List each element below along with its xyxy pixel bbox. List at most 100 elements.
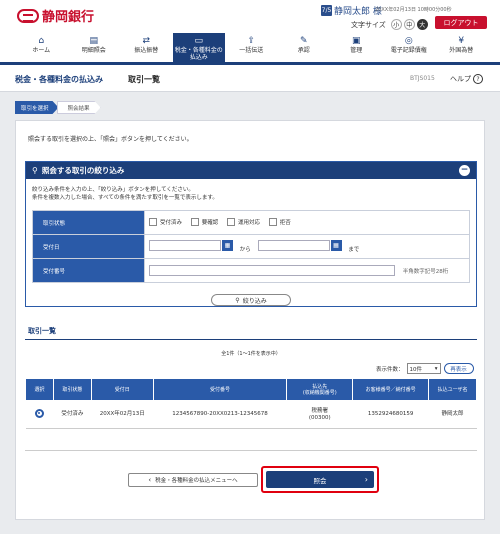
page-id: BTJS015 bbox=[410, 75, 435, 82]
date-from-input[interactable] bbox=[149, 240, 221, 251]
calendar-icon[interactable]: ▦ bbox=[330, 240, 342, 251]
row-user: 静岡太郎 bbox=[428, 400, 477, 429]
status-operation-checkbox[interactable]: 運用対応 bbox=[227, 217, 260, 226]
nav-forex[interactable]: ¥ 外国為替 bbox=[435, 33, 488, 62]
tax-payment-icon: ▭ bbox=[194, 36, 203, 46]
font-size-medium-button[interactable]: 中 bbox=[403, 19, 415, 30]
row-number: 1234567890-20XX0213-12345678 bbox=[153, 400, 287, 429]
nav-approval[interactable]: ✎ 承認 bbox=[278, 33, 331, 62]
date-to: ▦ bbox=[257, 240, 342, 251]
logout-button[interactable]: ログアウト bbox=[435, 16, 487, 29]
transaction-table: 選択 取引状態 受付日 受付番号 払込先 (収納機関番号) お客様番号／納付番号… bbox=[25, 378, 477, 429]
back-to-menu-button[interactable]: ‹ 税金・各種料金の払込メニューへ bbox=[128, 473, 258, 487]
e-bond-icon: ◎ bbox=[404, 36, 413, 46]
document-icon: ▤ bbox=[89, 36, 98, 46]
table-header: 選択 取引状態 受付日 受付番号 払込先 (収納機関番号) お客様番号／納付番号… bbox=[25, 378, 477, 401]
row-customer-no: 1352924680159 bbox=[352, 400, 429, 429]
forex-icon: ¥ bbox=[458, 36, 465, 46]
nav-e-bond[interactable]: ◎ 電子記録債権 bbox=[383, 33, 436, 62]
bulk-transfer-icon: ⇪ bbox=[247, 36, 256, 46]
step-indicator: 取引を選択 照会結果 bbox=[15, 101, 101, 114]
col-select: 選択 bbox=[25, 378, 54, 401]
number-label: 受付番号 bbox=[32, 258, 145, 283]
filter-header[interactable]: ⚲ 照会する取引の絞り込み − bbox=[26, 162, 476, 179]
nav-home[interactable]: ⌂ ホーム bbox=[15, 33, 68, 62]
list-bottom-divider bbox=[25, 450, 477, 451]
help-link[interactable]: ヘルプ ? bbox=[450, 74, 483, 84]
number-row: 半角数字記号28桁 bbox=[144, 258, 470, 283]
row-date: 20XX年02月13日 bbox=[91, 400, 154, 429]
status-label: 取引状態 bbox=[32, 210, 145, 235]
font-size-switcher: 文字サイズ 小 中 大 bbox=[351, 19, 428, 30]
row-select-radio[interactable] bbox=[34, 408, 44, 418]
transfer-icon: ⇄ bbox=[142, 36, 151, 46]
global-nav: ⌂ ホーム ▤ 明細照会 ⇄ 振込振替 ▭ 税金・各種料金の払込み ⇪ 一括伝送 ✎ 承認 … bbox=[0, 33, 500, 65]
filter-description: 絞り込み条件を入力の上、「絞り込み」ボタンを押してください。 条件を複数入力した… bbox=[32, 187, 218, 201]
result-count: 全1件（1〜1件を表示中） bbox=[221, 351, 281, 357]
filter-panel: ⚲ 照会する取引の絞り込み − 絞り込み条件を入力の上、「絞り込み」ボタンを押し… bbox=[25, 161, 477, 307]
receipt-number-input[interactable] bbox=[149, 265, 395, 276]
status-accepted-checkbox[interactable]: 受付済み bbox=[149, 217, 182, 226]
collapse-icon[interactable]: − bbox=[459, 165, 470, 176]
nav-transfer[interactable]: ⇄ 振込振替 bbox=[120, 33, 173, 62]
step-select: 取引を選択 bbox=[15, 101, 59, 114]
date-label: 受付日 bbox=[32, 234, 145, 259]
list-divider bbox=[25, 339, 477, 340]
search-icon: ⚲ bbox=[32, 166, 38, 175]
status-review-checkbox[interactable]: 要確認 bbox=[190, 217, 218, 226]
col-status: 取引状態 bbox=[52, 378, 92, 401]
col-user: 払込ユーザ名 bbox=[428, 378, 477, 401]
main-card: 照会する取引を選択の上、「照会」ボタンを押してください。 ⚲ 照会する取引の絞り… bbox=[15, 120, 485, 520]
login-timestamp: 20XX年02月13日 10時00分00秒 bbox=[375, 7, 452, 13]
nav-bulk-transfer[interactable]: ⇪ 一括伝送 bbox=[225, 33, 278, 62]
redisplay-button[interactable]: 再表示 bbox=[443, 363, 474, 374]
step-result: 照会結果 bbox=[57, 101, 101, 114]
date-to-label: まで bbox=[348, 247, 360, 253]
font-size-large-button[interactable]: 大 bbox=[416, 19, 428, 30]
chevron-right-icon: › bbox=[364, 475, 368, 484]
user-info: 7/5 静岡太郎 様 bbox=[321, 4, 382, 17]
calendar-icon[interactable]: ▦ bbox=[222, 240, 233, 251]
chevron-down-icon: ▾ bbox=[434, 365, 438, 372]
nav-admin[interactable]: ▣ 管理 bbox=[330, 33, 383, 62]
display-count-control: 表示件数： 10件 ▾ 再表示 bbox=[376, 363, 474, 374]
inquiry-button[interactable]: 照会 › bbox=[266, 471, 374, 488]
number-hint: 半角数字記号28桁 bbox=[402, 268, 449, 275]
status-rejected-checkbox[interactable]: 拒否 bbox=[268, 217, 291, 226]
date-from: ▦ bbox=[149, 240, 233, 251]
bank-logo[interactable]: 静岡銀行 bbox=[17, 6, 94, 25]
help-icon: ? bbox=[473, 74, 483, 84]
nav-statements[interactable]: ▤ 明細照会 bbox=[68, 33, 121, 62]
approval-icon: ✎ bbox=[299, 36, 308, 46]
col-date: 受付日 bbox=[90, 378, 154, 401]
search-icon: ⚲ bbox=[235, 296, 240, 304]
user-icon: 7/5 bbox=[321, 5, 332, 16]
bank-name: 静岡銀行 bbox=[42, 10, 95, 25]
col-number: 受付番号 bbox=[152, 378, 288, 401]
instruction-text: 照会する取引を選択の上、「照会」ボタンを押してください。 bbox=[28, 136, 193, 143]
filter-search-button[interactable]: ⚲ 絞り込み bbox=[211, 294, 291, 306]
admin-icon: ▣ bbox=[351, 36, 361, 46]
nav-tax-payment[interactable]: ▭ 税金・各種料金の払込み bbox=[172, 33, 225, 62]
date-to-input[interactable] bbox=[257, 240, 330, 251]
date-range: ▦ から ▦ まで bbox=[144, 234, 470, 259]
list-heading: 取引一覧 bbox=[28, 327, 56, 335]
chevron-left-icon: ‹ bbox=[148, 476, 152, 484]
col-payee: 払込先 (収納機関番号) bbox=[286, 378, 354, 401]
home-icon: ⌂ bbox=[38, 36, 45, 46]
display-count-label: 表示件数： bbox=[376, 366, 404, 373]
font-size-small-button[interactable]: 小 bbox=[390, 19, 402, 30]
display-count-select[interactable]: 10件 ▾ bbox=[406, 363, 441, 374]
status-options: 受付済み 要確認 運用対応 拒否 bbox=[144, 210, 470, 235]
date-from-label: から bbox=[239, 247, 251, 253]
service-title: 税金・各種料金の払込み bbox=[15, 75, 103, 84]
submit-highlight: 照会 › bbox=[261, 466, 379, 493]
row-payee: 税務署 (00300) bbox=[286, 400, 353, 429]
header: 静岡銀行 7/5 静岡太郎 様 20XX年02月13日 10時00分00秒 文字… bbox=[0, 0, 500, 33]
row-status: 受付済み bbox=[53, 400, 92, 429]
filter-heading: 照会する取引の絞り込み bbox=[41, 166, 125, 175]
font-size-label: 文字サイズ bbox=[351, 20, 386, 29]
table-row[interactable]: 受付済み 20XX年02月13日 1234567890-20XX0213-123… bbox=[25, 400, 477, 429]
page-title: 取引一覧 bbox=[128, 75, 160, 84]
filter-table: 取引状態 受付済み 要確認 運用対応 拒否 受付日 ▦ から ▦ まで 受付番号 bbox=[32, 210, 470, 283]
